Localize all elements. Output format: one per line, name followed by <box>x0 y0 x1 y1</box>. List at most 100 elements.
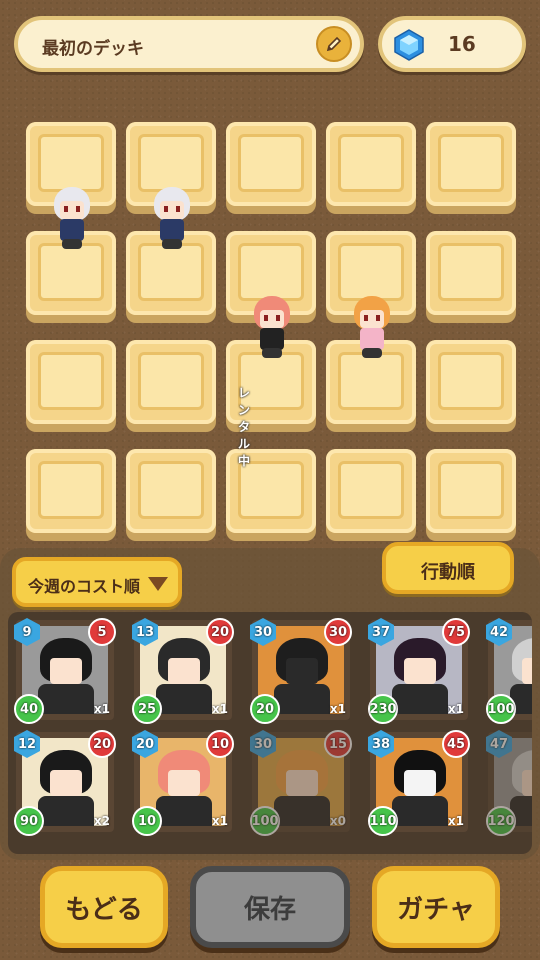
portrait-face <box>50 770 82 796</box>
board-slot-inner <box>438 352 504 410</box>
owned-count: x1 <box>447 702 464 716</box>
power-badge: 20 <box>206 618 234 646</box>
character-card[interactable]: 13 20 25 x1 <box>132 618 234 724</box>
pencil-icon[interactable] <box>316 26 352 62</box>
board-slot-inner <box>238 243 304 301</box>
portrait-body <box>274 684 330 714</box>
board-slot[interactable] <box>26 340 116 424</box>
character-card[interactable]: 38 45 110 x1 <box>368 730 470 836</box>
board-slot[interactable] <box>426 231 516 315</box>
owned-count: x0 <box>329 814 346 828</box>
board-slot[interactable] <box>126 449 216 533</box>
unit-eye <box>376 315 380 321</box>
unit-body <box>60 219 84 241</box>
character-card[interactable]: 12 20 90 x2 <box>14 730 116 836</box>
owned-count: x1 <box>447 814 464 828</box>
board-slot-inner <box>338 134 404 192</box>
unit-body <box>360 328 384 350</box>
portrait-face <box>404 658 436 684</box>
owned-count: x1 <box>93 702 110 716</box>
owned-count: x1 <box>211 814 228 828</box>
board-slot-inner <box>438 461 504 519</box>
character-card[interactable]: 9 5 40 x1 <box>14 618 116 724</box>
portrait-body <box>392 684 448 714</box>
action-order-label: 行動順 <box>421 562 475 583</box>
character-card[interactable]: 20 10 10 x1 <box>132 730 234 836</box>
portrait-face <box>286 770 318 796</box>
board-slot-inner <box>138 461 204 519</box>
portrait-face <box>50 658 82 684</box>
power-badge: 75 <box>442 618 470 646</box>
hp-badge: 10 <box>132 806 162 836</box>
character-card[interactable]: 47 120 <box>486 730 532 836</box>
unit-eye <box>164 206 168 212</box>
portrait-body <box>274 796 330 826</box>
back-button[interactable]: もどる <box>40 866 168 948</box>
owned-count: x1 <box>329 702 346 716</box>
unit-eye <box>264 315 268 321</box>
deck-name: 最初のデッキ <box>42 39 144 59</box>
triangle-down-icon <box>148 577 168 591</box>
save-button[interactable]: 保存 <box>190 866 350 948</box>
hp-badge: 120 <box>486 806 516 836</box>
board-slot[interactable] <box>226 122 316 206</box>
board-slot-inner <box>38 352 104 410</box>
sort-cost-button[interactable]: 今週のコスト順 <box>12 557 182 607</box>
unit-eye <box>76 206 80 212</box>
portrait-face <box>168 770 200 796</box>
unit-eye <box>176 206 180 212</box>
portrait-face <box>168 658 200 684</box>
portrait-body <box>38 684 94 714</box>
portrait-body <box>156 796 212 826</box>
hp-badge: 100 <box>486 694 516 724</box>
unit-legs <box>62 239 82 249</box>
character-card[interactable]: 37 75 230 x1 <box>368 618 470 724</box>
hp-badge: 20 <box>250 694 280 724</box>
white-haired-fighter-unit[interactable] <box>48 187 96 259</box>
character-card[interactable]: 42 100 <box>486 618 532 724</box>
owned-count: x2 <box>93 814 110 828</box>
diamond-gem-icon <box>392 28 426 62</box>
power-badge: 30 <box>324 618 352 646</box>
board-slot[interactable] <box>326 122 416 206</box>
board-slot-inner <box>438 134 504 192</box>
hp-badge: 40 <box>14 694 44 724</box>
power-badge: 45 <box>442 730 470 758</box>
hp-badge: 230 <box>368 694 398 724</box>
hp-badge: 25 <box>132 694 162 724</box>
gacha-button[interactable]: ガチャ <box>372 866 500 948</box>
board-slot-inner <box>438 243 504 301</box>
character-card[interactable]: 30 15 100 x0 <box>250 730 352 836</box>
board-slot-inner <box>238 134 304 192</box>
power-badge: 5 <box>88 618 116 646</box>
card-list[interactable]: 9 5 40 x1 13 20 25 x1 30 30 20 x1 37 75 230 x1 42 100 12 20… <box>8 612 532 854</box>
portrait-face <box>404 770 436 796</box>
portrait-body <box>392 796 448 826</box>
board-slot-inner <box>38 134 104 192</box>
power-badge: 20 <box>88 730 116 758</box>
white-haired-fighter-unit[interactable] <box>148 187 196 259</box>
portrait-face <box>286 658 318 684</box>
character-card[interactable]: 30 30 20 x1 <box>250 618 352 724</box>
pink-haired-girl-unit[interactable] <box>248 296 296 368</box>
power-badge: 15 <box>324 730 352 758</box>
board-slot[interactable] <box>126 340 216 424</box>
board-slot-inner <box>238 461 304 519</box>
unit-eye <box>64 206 68 212</box>
portrait-body <box>156 684 212 714</box>
gem-count: 16 <box>448 32 476 56</box>
board-slot[interactable] <box>426 122 516 206</box>
hp-badge: 100 <box>250 806 280 836</box>
unit-legs <box>162 239 182 249</box>
board-slot[interactable] <box>426 340 516 424</box>
power-badge: 10 <box>206 730 234 758</box>
action-order-button[interactable]: 行動順 <box>382 542 514 594</box>
deck-name-bar[interactable]: 最初のデッキ <box>14 16 364 72</box>
board-slot[interactable] <box>26 449 116 533</box>
unit-legs <box>262 348 282 358</box>
board-slot-inner <box>138 352 204 410</box>
board-slot[interactable] <box>426 449 516 533</box>
board-slot[interactable] <box>326 449 416 533</box>
board-slot-inner <box>38 461 104 519</box>
orange-haired-girl-unit[interactable] <box>348 296 396 368</box>
